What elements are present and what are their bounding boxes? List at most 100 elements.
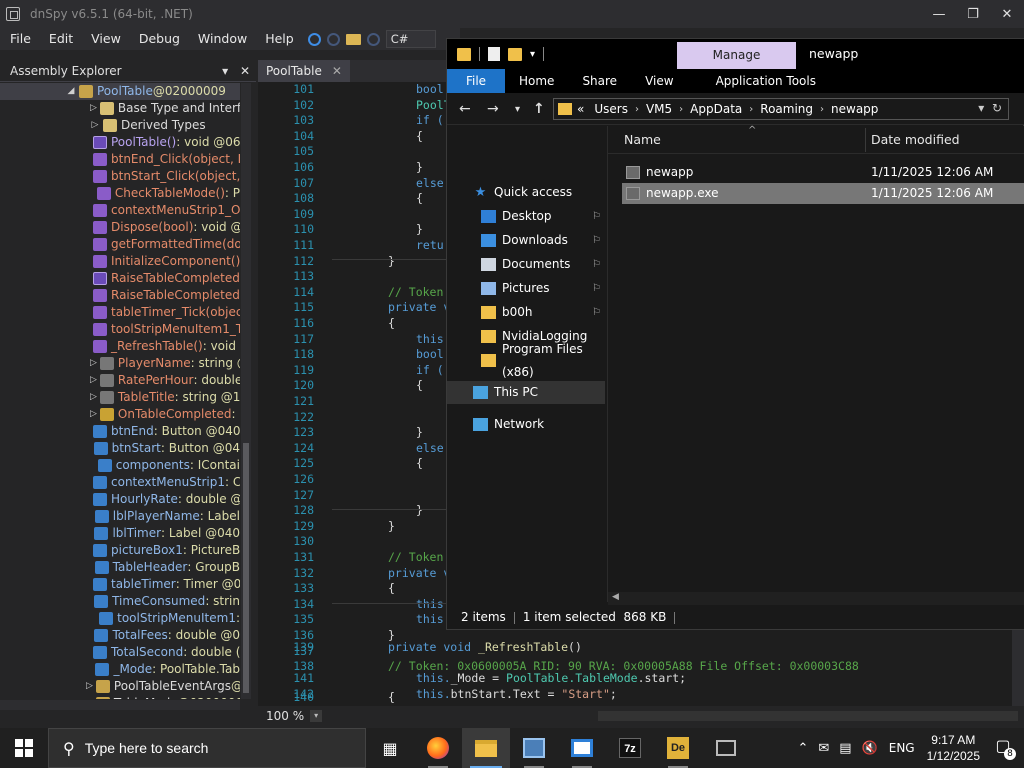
ribbon-tab-file[interactable]: File bbox=[447, 69, 505, 93]
7zip-taskbar-button[interactable]: 7z bbox=[606, 728, 654, 768]
refresh-icon[interactable]: ↻ bbox=[992, 101, 1002, 115]
navigate-back-icon[interactable] bbox=[307, 32, 321, 46]
tree-item[interactable]: tableTimer_Tick(objec bbox=[0, 304, 240, 321]
address-bar[interactable]: « Users › VM5 › AppData › Roaming › newapp ▾… bbox=[553, 98, 1009, 120]
breadcrumb-prefix[interactable]: « bbox=[577, 102, 584, 116]
tree-item[interactable]: contextMenuStrip1 : C bbox=[0, 474, 240, 491]
menu-view[interactable]: View bbox=[81, 28, 129, 50]
clock[interactable]: 9:17 AM 1/12/2025 bbox=[927, 732, 980, 764]
ribbon-tab-application-tools[interactable]: Application Tools bbox=[702, 69, 830, 93]
menu-help[interactable]: Help bbox=[255, 28, 302, 50]
tree-item[interactable]: lblPlayerName : Label bbox=[0, 508, 240, 525]
tree-item[interactable]: lblTimer : Label @040 bbox=[0, 525, 240, 542]
file-list-hscrollbar[interactable]: ◀ bbox=[608, 592, 1024, 605]
collapsed-arrow-icon[interactable]: ▷ bbox=[86, 695, 93, 699]
tree-item[interactable]: HourlyRate : double @ bbox=[0, 491, 240, 508]
menu-window[interactable]: Window bbox=[188, 28, 255, 50]
tree-item[interactable]: toolStripMenuItem1_T bbox=[0, 321, 240, 338]
collapsed-arrow-icon[interactable]: ▷ bbox=[90, 389, 97, 406]
tab-close-icon[interactable]: ✕ bbox=[332, 64, 342, 78]
zoom-level[interactable]: 100 % bbox=[266, 709, 304, 723]
collapsed-arrow-icon[interactable]: ▷ bbox=[90, 100, 97, 117]
tree-item[interactable]: ◢ PoolTable @02000009 bbox=[0, 83, 240, 100]
tree-item[interactable]: RaiseTableCompleted( bbox=[0, 287, 240, 304]
feedback-icon[interactable]: ✉ bbox=[818, 741, 829, 756]
tree-item[interactable]: toolStripMenuItem1 : bbox=[0, 610, 240, 627]
tree-item[interactable]: TableHeader : GroupB bbox=[0, 559, 240, 576]
chevron-right-icon[interactable]: › bbox=[749, 104, 753, 115]
tab-pooltable[interactable]: PoolTable ✕ bbox=[258, 60, 350, 82]
tree-item[interactable]: ▷ RatePerHour : double bbox=[0, 372, 240, 389]
nav-item-pictures[interactable]: Pictures ⚐ bbox=[447, 277, 605, 300]
tree-item[interactable]: ▷ TableMode @0200000 bbox=[0, 695, 240, 699]
tree-item[interactable]: RaiseTableCompleted( bbox=[0, 270, 240, 287]
nav-item-program-files-x86[interactable]: Program Files (x86) bbox=[447, 342, 605, 379]
network-icon[interactable]: ▤ bbox=[839, 741, 851, 756]
nav-item-desktop[interactable]: Desktop ⚐ bbox=[447, 205, 605, 228]
tree-item[interactable]: ▷ PlayerName : string @ bbox=[0, 355, 240, 372]
dnspy-taskbar-button[interactable] bbox=[510, 728, 558, 768]
tree-item[interactable]: btnStart : Button @04 bbox=[0, 440, 240, 457]
customize-toolbar-icon[interactable]: ▾ bbox=[530, 49, 535, 60]
chevron-right-icon[interactable]: › bbox=[679, 104, 683, 115]
tree-item[interactable]: ▷ OnTableCompleted : E bbox=[0, 406, 240, 423]
collapsed-arrow-icon[interactable]: ▷ bbox=[90, 117, 100, 134]
ribbon-tab-share[interactable]: Share bbox=[568, 69, 631, 93]
editor-hscrollbar[interactable] bbox=[598, 711, 1018, 721]
tree-item[interactable]: getFormattedTime(do bbox=[0, 236, 240, 253]
file-row[interactable]: newapp 1/11/2025 12:06 AM bbox=[622, 162, 1024, 183]
file-explorer-taskbar-button[interactable] bbox=[462, 728, 510, 768]
tree-item[interactable]: TotalSecond : double ( bbox=[0, 644, 240, 661]
ribbon-tab-home[interactable]: Home bbox=[505, 69, 568, 93]
breadcrumb-newapp[interactable]: newapp bbox=[831, 102, 878, 116]
breadcrumb-roaming[interactable]: Roaming bbox=[760, 102, 813, 116]
scroll-left-icon[interactable]: ◀ bbox=[612, 592, 619, 602]
start-button[interactable] bbox=[0, 728, 48, 768]
close-icon[interactable]: ✕ bbox=[990, 0, 1024, 28]
tree-item[interactable]: PoolTable() : void @06 bbox=[0, 134, 240, 151]
forward-arrow-icon[interactable]: → bbox=[487, 101, 499, 117]
tree-item[interactable]: ▷ Derived Types bbox=[0, 117, 240, 134]
up-arrow-icon[interactable]: ↑ bbox=[533, 101, 545, 117]
language-select[interactable]: C# bbox=[385, 30, 436, 48]
navigate-forward-icon[interactable] bbox=[326, 32, 340, 46]
column-name[interactable]: Name bbox=[624, 126, 661, 154]
back-arrow-icon[interactable]: ← bbox=[459, 101, 471, 117]
open-folder-icon[interactable] bbox=[345, 33, 361, 45]
panel-close-icon[interactable]: ✕ bbox=[240, 64, 250, 78]
minimize-icon[interactable]: — bbox=[922, 0, 956, 28]
save-icon[interactable] bbox=[366, 32, 380, 46]
tree-item[interactable]: components : IContai bbox=[0, 457, 240, 474]
breadcrumb-users[interactable]: Users bbox=[594, 102, 628, 116]
file-row[interactable]: newapp.exe 1/11/2025 12:06 AM bbox=[622, 183, 1024, 204]
tree-item[interactable]: btnStart_Click(object, bbox=[0, 168, 240, 185]
volume-muted-icon[interactable]: 🔇 bbox=[862, 741, 878, 756]
tree-item[interactable]: TotalFees : double @0 bbox=[0, 627, 240, 644]
tree-item[interactable]: ▷ Base Type and Interfac bbox=[0, 100, 240, 117]
column-date-modified[interactable]: Date modified bbox=[871, 126, 960, 154]
expanded-arrow-icon[interactable]: ◢ bbox=[66, 83, 76, 100]
nav-item-this-pc[interactable]: This PC bbox=[447, 381, 605, 404]
address-dropdown-icon[interactable]: ▾ bbox=[978, 101, 984, 115]
tree-item[interactable]: _Mode : PoolTable.Tab bbox=[0, 661, 240, 678]
assembly-tree-hscrollbar[interactable] bbox=[0, 700, 240, 710]
nav-item-b00h[interactable]: b00h ⚐ bbox=[447, 301, 605, 324]
new-folder-icon[interactable] bbox=[508, 47, 522, 61]
input-language[interactable]: ENG bbox=[889, 741, 915, 755]
ribbon-tab-view[interactable]: View bbox=[631, 69, 687, 93]
collapsed-arrow-icon[interactable]: ▷ bbox=[90, 372, 97, 389]
virtualbox-taskbar-button[interactable] bbox=[702, 728, 750, 768]
manage-tab[interactable]: Manage bbox=[677, 42, 796, 69]
tree-item[interactable]: tableTimer : Timer @0 bbox=[0, 576, 240, 593]
menu-file[interactable]: File bbox=[0, 28, 39, 50]
nav-item-quick-access[interactable]: ★ Quick access bbox=[447, 181, 605, 204]
recent-locations-icon[interactable]: ▾ bbox=[515, 104, 520, 115]
collapsed-arrow-icon[interactable]: ▷ bbox=[90, 355, 97, 372]
firefox-taskbar-button[interactable] bbox=[414, 728, 462, 768]
nav-item-network[interactable]: Network bbox=[447, 413, 605, 436]
tree-item[interactable]: TimeConsumed : strin bbox=[0, 593, 240, 610]
show-hidden-icons-icon[interactable]: ⌃ bbox=[797, 741, 808, 756]
assembly-tree-scrollbar[interactable] bbox=[241, 83, 251, 699]
tree-item[interactable]: pictureBox1 : PictureB bbox=[0, 542, 240, 559]
task-view-button[interactable]: ▦ bbox=[366, 728, 414, 768]
